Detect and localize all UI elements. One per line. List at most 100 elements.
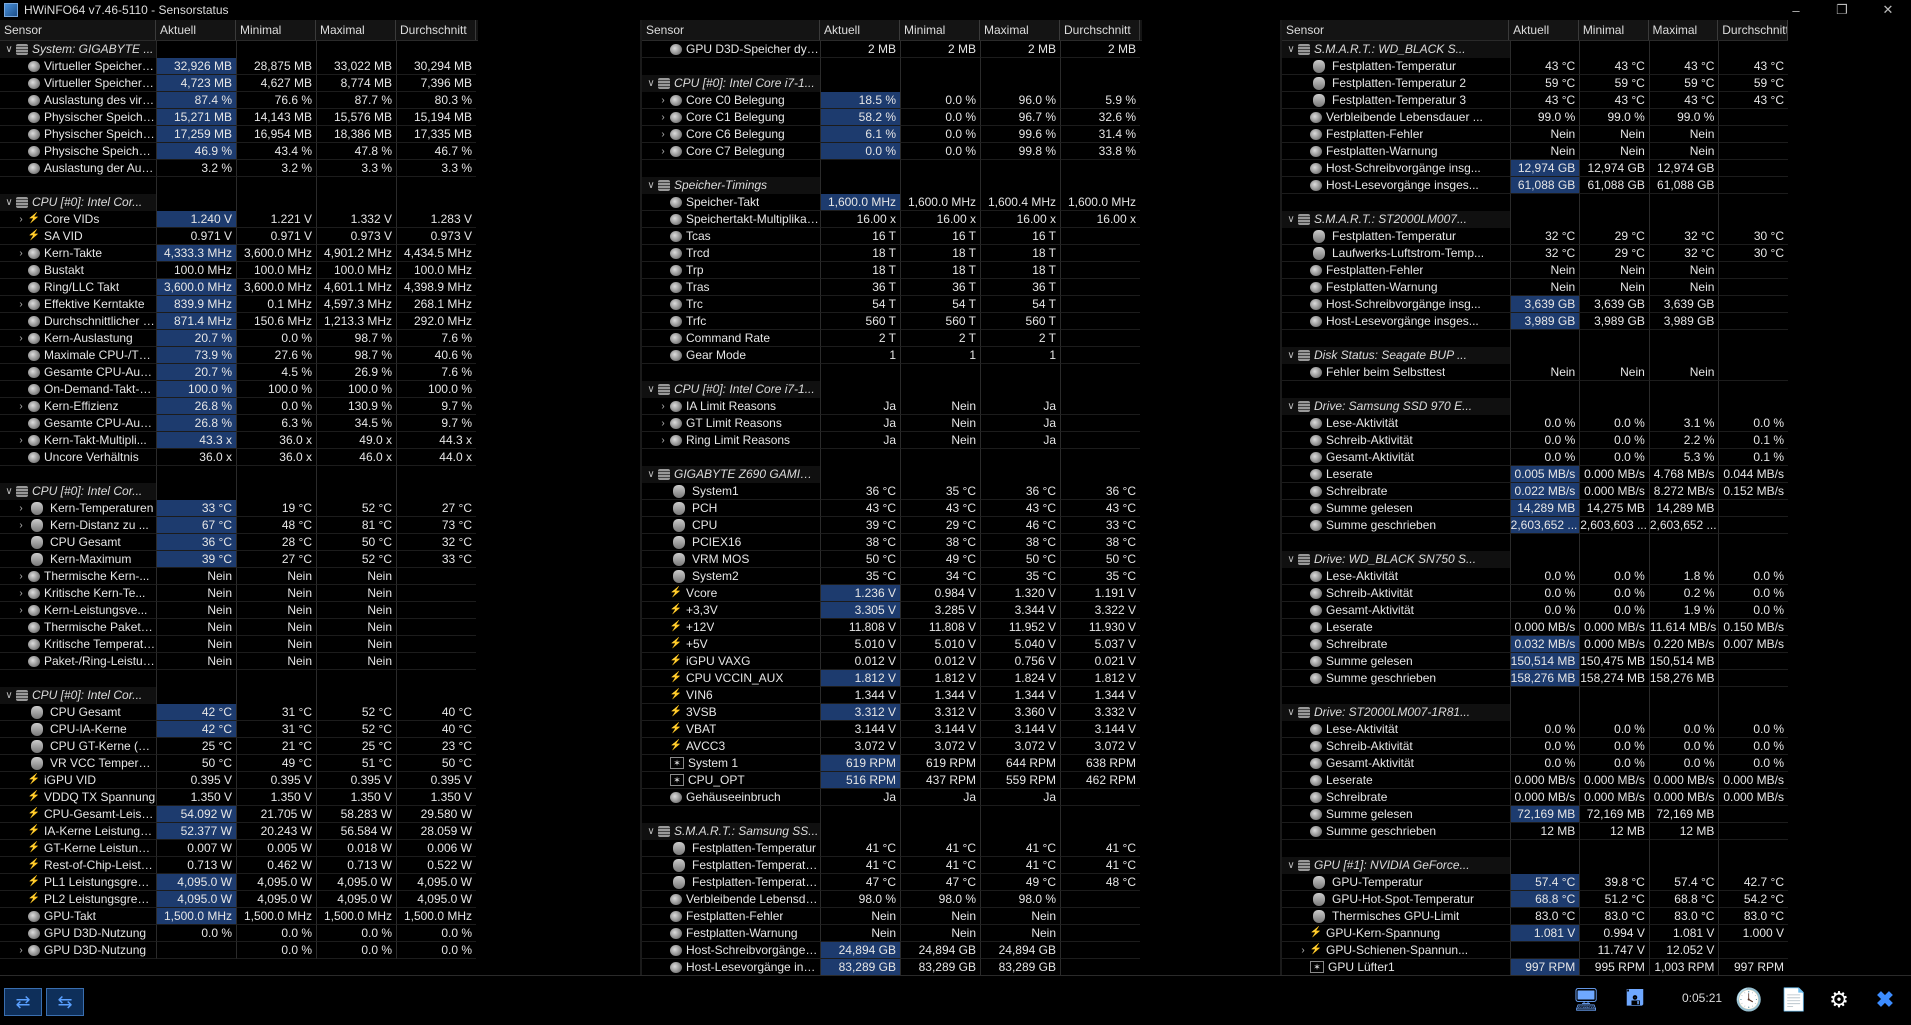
sensor-row[interactable]: Summe geschrieben 158,276 MB 158,274 MB 158… [1282,670,1788,687]
sensor-row[interactable]: ⚡ 3VSB 3.312 V 3.312 V 3.360 V 3.332 V [642,704,1142,721]
sensor-row[interactable]: Festplatten-Temperatur 2 41 °C 41 °C 41 °C 4… [642,857,1142,874]
expand-chevron-icon[interactable]: › [656,126,670,142]
sensor-row[interactable]: Ring/LLC Takt 3,600.0 MHz 3,600.0 MHz 4,601… [0,279,478,296]
collapse-chevron-icon[interactable]: ∨ [1284,857,1298,874]
previous-arrows-button[interactable]: ⇄ [4,988,42,1016]
sensor-row[interactable]: › Core C1 Belegung 58.2 % 0.0 % 96.7 % 32.6 % [642,109,1142,126]
sensor-group-row[interactable]: ∨ S.M.A.R.T.: Samsung SS... [642,823,1142,840]
sensor-group-row[interactable]: ∨ GPU [#1]: NVIDIA GeForce... [1282,857,1788,874]
sensor-row[interactable]: › ⚡ GPU-Schienen-Spannun... 11.747 V 12.052 … [1282,942,1788,959]
sensor-row[interactable]: › Kern-Takte 4,333.3 MHz 3,600.0 MHz 4,901.2… [0,245,478,262]
sensor-row[interactable]: GPU-Hot-Spot-Temperatur 68.8 °C 51.2 °C 68.… [1282,891,1788,908]
sensor-row[interactable]: Thermische Paket-/R... Nein Nein Nein [0,619,478,636]
sensor-row[interactable]: CPU Gesamt 36 °C 28 °C 50 °C 32 °C [0,534,478,551]
expand-chevron-icon[interactable]: › [14,330,28,346]
column-header-value-1[interactable]: Aktuell [820,20,900,40]
sensor-row[interactable]: › Kern-Leistungsve... Nein Nein Nein [0,602,478,619]
report-button[interactable]: 📄 [1775,982,1813,1018]
sensor-row[interactable]: Summe geschrieben 2,603,652 ... 2,603,603 … [1282,517,1788,534]
collapse-chevron-icon[interactable]: ∨ [644,466,658,483]
sensor-row[interactable]: Leserate 0.005 MB/s 0.000 MB/s 4.768 MB/s 0.… [1282,466,1788,483]
sensor-row[interactable]: ⚡ GT-Kerne Leistungsa... 0.007 W 0.005 W 0.0… [0,840,478,857]
sensor-row[interactable]: Virtueller Speicher v... 4,723 MB 4,627 MB… [0,75,478,92]
sensor-row[interactable]: Tcas 16 T 16 T 16 T [642,228,1142,245]
sensor-group-row[interactable]: ∨ S.M.A.R.T.: WD_BLACK S... [1282,41,1788,58]
expand-chevron-icon[interactable]: › [656,143,670,159]
sensor-row[interactable]: › ⚡ Core VIDs 1.240 V 1.221 V 1.332 V 1.283 V [0,211,478,228]
expand-chevron-icon[interactable]: › [656,398,670,414]
sensor-row[interactable]: Host-Schreibvorgänge ins... 24,894 GB 24,8… [642,942,1142,959]
sensor-row[interactable]: › Kern-Auslastung 20.7 % 0.0 % 98.7 % 7.6 % [0,330,478,347]
expand-chevron-icon[interactable]: › [14,568,28,584]
sensor-row[interactable]: Gehäuseeinbruch Ja Ja Ja [642,789,1142,806]
sensor-row[interactable]: Fehler beim Selbsttest Nein Nein Nein [1282,364,1788,381]
sensor-row[interactable]: Verbleibende Lebensdaue...98.0 %98.0 %98… [642,891,1142,908]
sensor-group-row[interactable]: ∨ Speicher-Timings [642,177,1142,194]
sensor-group-row[interactable]: ∨ S.M.A.R.T.: ST2000LM007... [1282,211,1788,228]
sensor-row[interactable]: Tras 36 T 36 T 36 T [642,279,1142,296]
collapse-chevron-icon[interactable]: ∨ [1284,551,1298,568]
sensor-row[interactable]: › Ring Limit Reasons Ja Nein Ja [642,432,1142,449]
sensor-row[interactable]: GPU-Temperatur 57.4 °C 39.8 °C 57.4 °C 42.7 … [1282,874,1788,891]
expand-chevron-icon[interactable]: › [14,398,28,414]
sensor-row[interactable]: GPU D3D-Nutzung 0.0 % 0.0 % 0.0 % 0.0 % [0,925,478,942]
expand-chevron-icon[interactable]: › [14,500,28,516]
sensor-row[interactable]: VRM MOS 50 °C 49 °C 50 °C 50 °C [642,551,1142,568]
sensor-row[interactable]: ⚡ CPU VCCIN_AUX 1.812 V 1.812 V 1.824 V 1.812… [642,670,1142,687]
collapse-chevron-icon[interactable]: ∨ [1284,211,1298,228]
sensor-row[interactable]: Gesamt-Aktivität 0.0 % 0.0 % 5.3 % 0.1 % [1282,449,1788,466]
collapse-chevron-icon[interactable]: ∨ [2,483,16,500]
close-button[interactable]: ✖ [1866,982,1904,1018]
collapse-chevron-icon[interactable]: ∨ [644,75,658,92]
sensor-row[interactable]: Trp 18 T 18 T 18 T [642,262,1142,279]
sensor-row[interactable]: › Kern-Distanz zu ... 67 °C 48 °C 81 °C 73 °C [0,517,478,534]
sensor-row[interactable]: Summe gelesen 150,514 MB 150,475 MB 150,514… [1282,653,1788,670]
sensor-row[interactable]: › Effektive Kerntakte 839.9 MHz 0.1 MHz 4,59… [0,296,478,313]
sensor-row[interactable]: Festplatten-Temperatur 2 59 °C 59 °C 59 °C 5… [1282,75,1788,92]
sensor-row[interactable]: Gesamte CPU-Ausla... 26.8 % 6.3 % 34.5 % 9.7… [0,415,478,432]
sensor-group-row[interactable]: ∨ CPU [#0]: Intel Cor... [0,483,478,500]
sensor-row[interactable]: Durchschnittlicher Ef... 871.4 MHz 150.6 M… [0,313,478,330]
sensor-row[interactable]: › Kern-Temperaturen 33 °C 19 °C 52 °C 27 °C [0,500,478,517]
collapse-chevron-icon[interactable]: ∨ [644,381,658,398]
sensor-row[interactable]: › IA Limit Reasons Ja Nein Ja [642,398,1142,415]
sensor-row[interactable]: › Core C7 Belegung 0.0 % 0.0 % 99.8 % 33.8 % [642,143,1142,160]
sensor-row[interactable]: System2 35 °C 34 °C 35 °C 35 °C [642,568,1142,585]
sensor-row[interactable]: Festplatten-Fehler Nein Nein Nein [642,908,1142,925]
sensor-row[interactable]: VR VCC Temperatur ...50 °C49 °C51 °C50 °… [0,755,478,772]
sensor-row[interactable]: Host-Schreibvorgänge insg... 12,974 GB 12,… [1282,160,1788,177]
sensor-row[interactable]: Gesamt-Aktivität 0.0 % 0.0 % 0.0 % 0.0 % [1282,755,1788,772]
sensor-row[interactable]: Maximale CPU-/Thre... 73.9 % 27.6 % 98.7 % 4… [0,347,478,364]
sensor-row[interactable]: ⚡ VDDQ TX Spannung 1.350 V 1.350 V 1.350 V 1.… [0,789,478,806]
expand-chevron-icon[interactable]: › [14,432,28,448]
sensor-row[interactable]: Festplatten-Fehler Nein Nein Nein [1282,126,1788,143]
sensor-row[interactable]: ✶ GPU Lüfter1 997 RPM 995 RPM 1,003 RPM 997 R… [1282,959,1788,975]
sensor-row[interactable]: Gesamte CPU-Ausla... 20.7 % 4.5 % 26.9 % 7.6… [0,364,478,381]
sensor-row[interactable]: Festplatten-Fehler Nein Nein Nein [1282,262,1788,279]
sensor-row[interactable]: Trcd 18 T 18 T 18 T [642,245,1142,262]
sensor-row[interactable]: › GPU D3D-Nutzung 0.0 % 0.0 % 0.0 % [0,942,478,959]
sensor-row[interactable]: Uncore Verhältnis 36.0 x 36.0 x 46.0 x 44.0 … [0,449,478,466]
sensor-row[interactable]: Gesamt-Aktivität 0.0 % 0.0 % 1.9 % 0.0 % [1282,602,1788,619]
sensor-row[interactable]: Host-Lesevorgänge insge... 83,289 GB 83,28… [642,959,1142,975]
sensor-row[interactable]: ⚡ +5V 5.010 V 5.010 V 5.040 V 5.037 V [642,636,1142,653]
sensor-row[interactable]: Lese-Aktivität 0.0 % 0.0 % 1.8 % 0.0 % [1282,568,1788,585]
sensor-row[interactable]: Host-Lesevorgänge insges... 61,088 GB 61,0… [1282,177,1788,194]
sensor-group-row[interactable]: ∨ Drive: ST2000LM007-1R81... [1282,704,1788,721]
sensor-row[interactable]: System1 36 °C 35 °C 36 °C 36 °C [642,483,1142,500]
sensor-row[interactable]: Lese-Aktivität 0.0 % 0.0 % 3.1 % 0.0 % [1282,415,1788,432]
sensor-row[interactable]: Laufwerks-Luftstrom-Temp... 32 °C 29 °C 32 … [1282,245,1788,262]
sensor-row[interactable]: Festplatten-Temperatur 41 °C 41 °C 41 °C 41 … [642,840,1142,857]
sensor-row[interactable]: Physische Speicher-... 46.9 % 43.4 % 47.8 %… [0,143,478,160]
sensor-row[interactable]: Trfc 560 T 560 T 560 T [642,313,1142,330]
sensor-row[interactable]: ⚡ iGPU VID 0.395 V 0.395 V 0.395 V 0.395 V [0,772,478,789]
sensor-group-row[interactable]: ∨ CPU [#0]: Intel Cor... [0,194,478,211]
sensor-row[interactable]: › Thermische Kern-... Nein Nein Nein [0,568,478,585]
sensor-row[interactable]: Lese-Aktivität 0.0 % 0.0 % 0.0 % 0.0 % [1282,721,1788,738]
sensor-row[interactable]: Trc 54 T 54 T 54 T [642,296,1142,313]
sensor-row[interactable]: Festplatten-Temperatur 3 43 °C 43 °C 43 °C 4… [1282,92,1788,109]
expand-chevron-icon[interactable]: › [14,585,28,601]
sensor-row[interactable]: Auslastung des virtu... 87.4 % 76.6 % 87.7 … [0,92,478,109]
sensor-row[interactable]: ✶ System 1 619 RPM 619 RPM 644 RPM 638 RPM [642,755,1142,772]
sensor-row[interactable]: ⚡ VBAT 3.144 V 3.144 V 3.144 V 3.144 V [642,721,1142,738]
